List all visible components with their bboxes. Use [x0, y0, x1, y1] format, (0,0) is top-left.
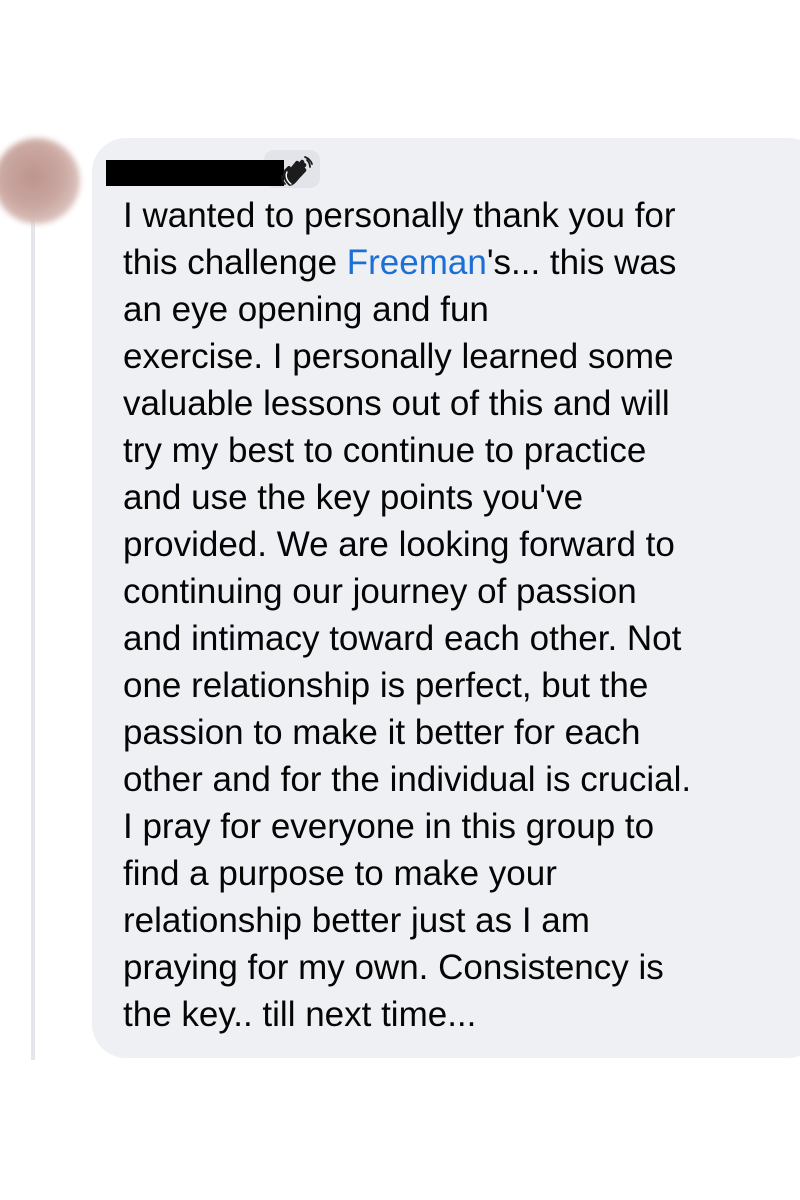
comment-line-text: this challenge — [123, 243, 347, 282]
waving-hand-icon — [281, 156, 313, 186]
comment-line: an eye opening and fun — [123, 290, 489, 329]
comment-line: this challenge Freeman's... this was — [123, 239, 793, 286]
comment-line: praying for my own. Consistency is — [123, 948, 664, 987]
comment-line-text: 's... this was — [486, 243, 677, 282]
comment-line: continuing our journey of passion — [123, 572, 637, 611]
redacted-author-name[interactable] — [106, 160, 284, 186]
comment-line: and use the key points you've — [123, 478, 584, 517]
comment-line: valuable lessons out of this and will — [123, 384, 670, 423]
comment-line: provided. We are looking forward to — [123, 525, 675, 564]
comment-line: other and for the individual is crucial. — [123, 760, 692, 799]
comment-line: passion to make it better for each — [123, 713, 641, 752]
comment-line: exercise. I personally learned some — [123, 337, 674, 376]
comment-line: the key.. till next time... — [123, 995, 477, 1034]
mention-link-freeman[interactable]: Freeman — [347, 243, 487, 282]
comment-line: one relationship is perfect, but the — [123, 666, 649, 705]
comment-line: find a purpose to make your — [123, 854, 557, 893]
avatar[interactable] — [0, 138, 80, 224]
comment-line: and intimacy toward each other. Not — [123, 619, 682, 658]
comment-body: I wanted to personally thank you for thi… — [123, 192, 793, 1038]
thread-connector-line — [31, 210, 35, 1060]
comment-line: I wanted to personally thank you for — [123, 196, 676, 235]
comment-line: relationship better just as I am — [123, 901, 590, 940]
comment-line: I pray for everyone in this group to — [123, 807, 655, 846]
comment-line: try my best to continue to practice — [123, 431, 647, 470]
